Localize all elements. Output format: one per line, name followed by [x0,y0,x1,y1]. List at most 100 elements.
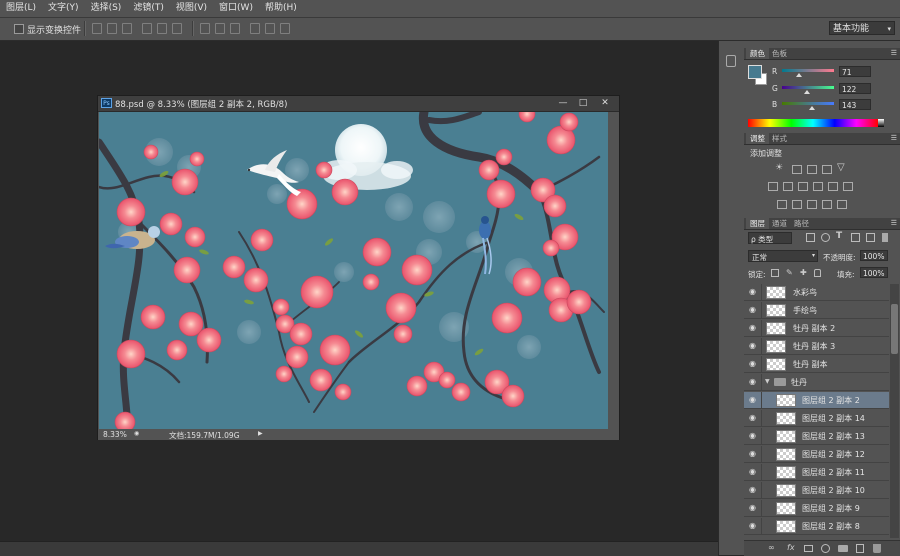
gradient-map-icon[interactable] [822,200,832,209]
align-left-icon[interactable] [142,23,152,34]
r-slider[interactable] [782,69,834,72]
add-mask-icon[interactable] [804,545,813,552]
curves-icon[interactable] [807,165,817,174]
layer-row[interactable]: ◉ 水彩鸟 [744,284,889,301]
close-button[interactable]: ✕ [597,97,613,109]
layer-row[interactable]: ◉ 图层组 2 副本 11 [744,464,889,481]
fill-field[interactable]: 100% [860,267,888,278]
distribute-vcenter-icon[interactable] [215,23,225,34]
layer-visibility-cell[interactable]: ◉ [744,338,762,354]
history-brush-icon[interactable] [726,55,736,67]
minimize-button[interactable]: — [555,97,571,109]
layer-visibility-cell[interactable]: ◉ [744,464,762,480]
link-layers-icon[interactable]: ∞ [768,543,775,552]
filter-smart-object-icon[interactable] [866,233,875,242]
new-group-icon[interactable] [838,545,848,552]
black-white-icon[interactable] [798,182,808,191]
tab-adjustments[interactable]: 调整 [746,133,769,144]
eye-icon[interactable]: ◉ [749,522,758,530]
selective-color-icon[interactable] [837,200,847,209]
tab-swatches[interactable]: 色板 [768,48,791,59]
levels-icon[interactable] [792,165,802,174]
layer-group-row[interactable]: ◉ ▼ 牡丹 [744,374,889,391]
workspace-switcher[interactable]: 基本功能 ▾ [829,21,895,35]
black-white-ramp[interactable] [878,119,884,127]
filter-shape-icon[interactable] [851,233,860,242]
b-slider-thumb[interactable] [809,106,815,110]
lock-transparency-icon[interactable] [771,269,779,277]
invert-icon[interactable] [777,200,787,209]
eye-icon[interactable]: ◉ [749,504,758,512]
menu-layer[interactable]: 图层(L) [0,0,42,17]
layer-filter-select[interactable]: ρ 类型 [748,232,792,244]
eye-icon[interactable]: ◉ [749,306,758,314]
menu-view[interactable]: 视图(V) [170,0,213,17]
photo-filter-icon[interactable] [813,182,823,191]
color-spectrum-bar[interactable] [748,119,878,127]
g-slider-thumb[interactable] [804,90,810,94]
maximize-button[interactable]: □ [575,97,591,109]
tab-styles[interactable]: 样式 [768,133,791,144]
new-layer-icon[interactable] [856,544,864,553]
blend-mode-select[interactable]: 正常 ▾ [748,250,818,262]
tab-layers[interactable]: 图层 [746,218,769,229]
vibrance-icon[interactable]: ▽ [837,162,845,173]
group-expand-icon[interactable]: ▼ [765,378,770,385]
eye-icon[interactable]: ◉ [749,324,758,332]
layer-row[interactable]: ◉ 图层组 2 副本 13 [744,428,889,445]
filter-pixel-icon[interactable] [806,233,815,242]
menu-help[interactable]: 帮助(H) [259,0,303,17]
layer-style-icon[interactable]: fx [787,543,795,552]
panel-menu-icon[interactable]: ☰ [891,133,897,144]
exposure-icon[interactable] [822,165,832,174]
align-hcenter-icon[interactable] [157,23,167,34]
distribute-hcenter-icon[interactable] [265,23,275,34]
brightness-icon[interactable]: ☀ [775,163,783,173]
lock-pixels-icon[interactable]: ✎ [786,268,793,277]
layer-visibility-cell[interactable]: ◉ [744,446,762,462]
layer-row[interactable]: ◉ 图层组 2 副本 14 [744,410,889,427]
filter-type-icon[interactable]: T [836,231,842,241]
layer-row[interactable]: ◉ 牡丹 副本 3 [744,338,889,355]
layer-visibility-cell[interactable]: ◉ [744,392,762,408]
filter-toggle-icon[interactable] [882,233,888,242]
eye-icon[interactable]: ◉ [749,396,758,404]
color-lookup-icon[interactable] [843,182,853,191]
distribute-right-icon[interactable] [280,23,290,34]
layer-visibility-cell[interactable]: ◉ [744,302,762,318]
hue-saturation-icon[interactable] [768,182,778,191]
layer-visibility-cell[interactable]: ◉ [744,356,762,372]
opacity-field[interactable]: 100% [860,250,888,261]
layer-visibility-cell[interactable]: ◉ [744,500,762,516]
layer-row[interactable]: ◉ 图层组 2 副本 10 [744,482,889,499]
layer-row[interactable]: ◉ 图层组 2 副本 12 [744,446,889,463]
b-slider[interactable] [782,102,834,105]
panel-menu-icon[interactable]: ☰ [891,218,897,229]
align-bottom-icon[interactable] [122,23,132,34]
r-value-field[interactable]: 71 [839,66,871,77]
trash-icon[interactable] [873,544,881,553]
eye-icon[interactable]: ◉ [749,288,758,296]
layer-row[interactable]: ◉ 图层组 2 副本 9 [744,500,889,517]
eye-icon[interactable]: ◉ [749,450,758,458]
layer-visibility-cell[interactable]: ◉ [744,320,762,336]
eye-icon[interactable]: ◉ [749,342,758,350]
layer-visibility-cell[interactable]: ◉ [744,284,762,300]
artwork-canvas[interactable] [99,112,608,429]
new-adjustment-icon[interactable] [821,544,830,553]
tab-color[interactable]: 颜色 [746,48,769,59]
menu-filter[interactable]: 滤镜(T) [127,0,170,17]
tab-channels[interactable]: 通道 [768,218,791,229]
menu-type[interactable]: 文字(Y) [42,0,85,17]
tab-paths[interactable]: 路径 [790,218,813,229]
menu-window[interactable]: 窗口(W) [213,0,259,17]
zoom-level[interactable]: 8.33% [103,430,127,439]
status-menu-arrow-icon[interactable]: ▶ [258,430,263,437]
foreground-color-swatch-top[interactable] [748,65,762,79]
show-transform-checkbox[interactable] [14,24,24,34]
threshold-icon[interactable] [807,200,817,209]
eye-icon[interactable]: ◉ [749,432,758,440]
channel-mixer-icon[interactable] [828,182,838,191]
panel-menu-icon[interactable]: ☰ [891,48,897,59]
filter-adjustment-icon[interactable] [821,233,830,242]
